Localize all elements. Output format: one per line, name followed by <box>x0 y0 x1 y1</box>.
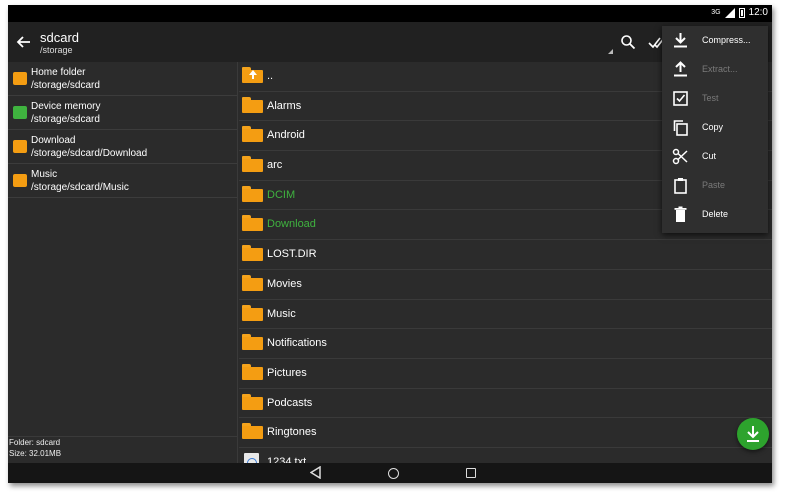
battery-icon <box>738 7 745 18</box>
file-name: LOST.DIR <box>267 248 317 261</box>
folder-icon <box>242 96 263 113</box>
upload-tray-icon <box>674 61 687 77</box>
folder-icon <box>242 334 263 351</box>
bookmark-path: /storage/sdcard <box>31 80 100 91</box>
signal-icon <box>724 7 735 18</box>
app-bar: sdcard /storage <box>8 22 772 62</box>
folder-icon <box>242 393 263 410</box>
file-row[interactable]: Music <box>239 300 772 330</box>
file-name: Ringtones <box>267 426 317 439</box>
file-name: Alarms <box>267 99 302 112</box>
page-title: sdcard <box>40 30 80 45</box>
folder-icon <box>242 304 263 321</box>
checkbox-icon <box>673 91 688 106</box>
folder-icon <box>242 126 263 143</box>
status-bar: 3G 12:0 <box>8 5 772 22</box>
file-row[interactable]: Notifications <box>239 329 772 359</box>
trash-icon <box>674 206 687 222</box>
signal-label: 3G <box>711 9 721 16</box>
bookmark-item[interactable]: Home folder/storage/sdcard <box>8 62 237 96</box>
folder-icon <box>242 363 263 380</box>
home-icon <box>13 72 27 85</box>
parent-folder-icon <box>242 67 263 83</box>
file-name: .. <box>267 70 274 82</box>
nav-recents-icon[interactable] <box>466 468 476 478</box>
folder-icon <box>242 274 263 291</box>
folder-icon <box>242 245 263 262</box>
bookmark-item[interactable]: Download/storage/sdcard/Download <box>8 130 237 164</box>
file-name: Android <box>267 129 305 142</box>
menu-item: Paste <box>662 171 768 200</box>
file-name: Download <box>267 218 316 231</box>
copy-icon <box>673 120 688 136</box>
download-tray-icon <box>674 33 687 48</box>
file-name: arc <box>267 159 283 172</box>
folder-name-label: Folder: sdcard <box>9 438 61 447</box>
search-icon[interactable] <box>620 34 636 50</box>
text-file-icon <box>244 452 259 463</box>
folder-size-label: Size: 32.01MB <box>9 449 62 458</box>
android-icon <box>13 106 27 119</box>
file-name: Movies <box>267 277 302 290</box>
bookmark-panel: Home folder/storage/sdcard Device memory /… <box>8 62 238 463</box>
device-screen: 3G 12:0 sdcard /storage Home folder/stor… <box>8 5 772 483</box>
bookmark-path: /storage/sdcard <box>31 114 100 125</box>
menu-item: Test <box>662 84 768 113</box>
folder-info: Folder: sdcard Size: 32.01MB <box>8 436 238 463</box>
bookmark-item[interactable]: Device memory/storage/sdcard <box>8 96 237 130</box>
file-name: Notifications <box>267 337 327 350</box>
download-fab[interactable] <box>737 418 769 450</box>
menu-item-label: Copy <box>702 122 724 132</box>
folder-icon <box>242 423 263 440</box>
file-name: DCIM <box>267 188 296 201</box>
menu-item-label: Cut <box>702 151 717 161</box>
bookmark-path: /storage/sdcard/Download <box>31 148 148 159</box>
menu-item[interactable]: Compress... <box>662 26 768 55</box>
menu-item[interactable]: Delete <box>662 200 768 229</box>
scissors-icon <box>672 148 688 165</box>
nav-back-icon[interactable] <box>310 466 322 479</box>
download-folder-icon <box>13 140 27 153</box>
folder-icon <box>242 185 263 202</box>
nav-home-icon[interactable] <box>388 468 399 479</box>
bookmark-name: Home folder <box>31 67 86 78</box>
menu-item-label: Delete <box>702 209 729 219</box>
file-row[interactable]: LOST.DIR <box>239 240 772 270</box>
context-menu: Compress... Extract... Test Copy Cut Paste Del… <box>662 26 768 233</box>
page-subtitle: /storage <box>40 45 73 55</box>
file-name: Music <box>267 307 296 320</box>
file-name: Pictures <box>267 366 307 379</box>
music-folder-icon <box>13 174 27 187</box>
back-arrow-icon[interactable] <box>14 32 34 52</box>
clipboard-icon <box>674 178 687 194</box>
menu-item-label: Extract... <box>702 64 738 74</box>
file-row[interactable]: 1234.txt <box>239 448 772 463</box>
file-name: 1234.txt <box>267 455 307 463</box>
file-row[interactable]: Podcasts <box>239 389 772 419</box>
file-row[interactable]: Pictures <box>239 359 772 389</box>
menu-item-label: Test <box>702 93 719 103</box>
file-name: Podcasts <box>267 396 313 409</box>
spinner-indicator-icon[interactable] <box>608 49 613 54</box>
file-row[interactable]: Movies <box>239 270 772 300</box>
folder-icon <box>242 215 263 232</box>
menu-item[interactable]: Cut <box>662 142 768 171</box>
menu-item: Extract... <box>662 55 768 84</box>
menu-item-label: Compress... <box>702 35 751 45</box>
navigation-bar <box>8 463 772 483</box>
clock: 12:0 <box>748 7 768 18</box>
bookmark-name: Download <box>31 135 76 146</box>
menu-item[interactable]: Copy <box>662 113 768 142</box>
bookmark-path: /storage/sdcard/Music <box>31 182 129 193</box>
menu-item-label: Paste <box>702 180 726 190</box>
bookmark-item[interactable]: Music/storage/sdcard/Music <box>8 164 237 198</box>
file-row[interactable]: Ringtones <box>239 418 772 448</box>
bookmark-name: Device memory <box>31 101 101 112</box>
download-icon <box>747 426 759 442</box>
bookmark-name: Music <box>31 169 58 180</box>
folder-icon <box>242 156 263 173</box>
